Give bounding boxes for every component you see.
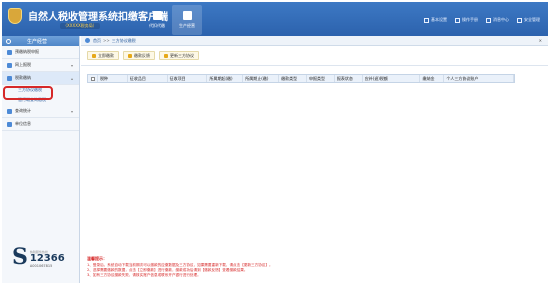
- column-header[interactable]: 税种: [98, 75, 128, 82]
- gear-icon[interactable]: [6, 38, 11, 44]
- breadcrumb-separator: >>: [103, 38, 110, 43]
- sidebar-item-label: 预缴纳税申报: [15, 49, 39, 54]
- home-icon[interactable]: [85, 38, 90, 43]
- select-all-cell: [88, 75, 98, 82]
- sidebar-item-unit-info[interactable]: 单位信息: [2, 118, 79, 131]
- toolbar: 立即缴款 缴款反馈 更新三方协议: [81, 46, 548, 66]
- sidebar-item-label: 税款缴纳: [15, 75, 31, 80]
- sidebar-item-prepay-declaration[interactable]: 预缴纳税申报: [2, 46, 79, 59]
- hotline-logo-icon: S: [12, 244, 28, 270]
- message-center-label: 消息中心: [493, 17, 509, 22]
- breadcrumb-current: 三方协议缴税: [111, 37, 136, 43]
- payment-feedback-button[interactable]: 缴款反馈: [123, 51, 155, 60]
- column-header[interactable]: 应补(退)税额: [363, 75, 421, 82]
- briefcase-icon: [182, 11, 192, 20]
- hotline-number: 12366: [29, 253, 65, 264]
- manual-label: 操作手册: [462, 17, 478, 22]
- sidebar-item-query-stats[interactable]: 查询统计 ▾: [2, 105, 79, 118]
- book-icon: [455, 17, 460, 23]
- sidebar-header-label: 生产经营: [27, 38, 48, 45]
- message-center-link[interactable]: 消息中心: [486, 17, 509, 23]
- tax-emblem-icon: [8, 8, 22, 24]
- breadcrumb-home[interactable]: 首页: [93, 38, 101, 44]
- table-header: 税种 征收品目 征收项目 所属期起(缴) 所属期止(缴) 缴款类型 申报类型 报…: [87, 74, 515, 83]
- select-all-checkbox[interactable]: [91, 76, 95, 81]
- sidebar: 生产经营 预缴纳税申报 网上报税 ▾ 税款缴纳 ▴ 三方协议缴税 银行端查询缴税…: [2, 36, 80, 283]
- sidebar-item-online-tax[interactable]: 网上报税 ▾: [2, 59, 79, 72]
- column-header[interactable]: 所属期起(缴): [207, 75, 244, 82]
- breadcrumb: 首页 >> 三方协议缴税 ✕: [81, 36, 548, 46]
- basic-settings-link[interactable]: 基本设置: [424, 17, 447, 23]
- sidebar-item-tax-payment[interactable]: 税款缴纳 ▴: [2, 72, 79, 85]
- column-header[interactable]: 申报类型: [307, 75, 335, 82]
- pay-icon: [92, 53, 96, 58]
- hotline-block: S 纳税服务热线 12366 A001067815: [12, 246, 65, 268]
- chevron-down-icon: ▾: [70, 109, 73, 114]
- hotline-code: A001067815: [29, 264, 53, 268]
- nav-withholding[interactable]: 代扣代缴: [142, 5, 172, 35]
- sidebar-header: 生产经营: [2, 36, 79, 46]
- refresh-icon: [164, 53, 168, 58]
- app-subtitle: （XXXXX税务局）: [60, 23, 100, 29]
- annotation-circle: [3, 86, 53, 100]
- manual-link[interactable]: 操作手册: [455, 17, 478, 23]
- feedback-icon: [128, 53, 132, 58]
- lock-icon: [517, 17, 522, 23]
- top-right-links: 基本设置 操作手册 消息中心 安全管理: [424, 17, 540, 23]
- close-tab-icon[interactable]: ✕: [539, 38, 542, 43]
- form-icon: [7, 49, 12, 55]
- column-header[interactable]: 报表状态: [335, 75, 363, 82]
- column-header[interactable]: 个人三方协议账户: [444, 75, 514, 82]
- title-bar: 自然人税收管理系统扣缴客户端 （XXXXX税务局） 代扣代缴 生产经营 基本设置…: [2, 2, 548, 36]
- nav-business-label: 生产经营: [179, 23, 195, 28]
- payment-icon: [7, 75, 12, 81]
- column-header[interactable]: 缴款类型: [279, 75, 307, 82]
- pay-now-button[interactable]: 立即缴款: [87, 51, 119, 60]
- sidebar-item-label: 网上报税: [15, 62, 31, 67]
- sidebar-item-label: 单位信息: [15, 121, 31, 126]
- app-window: 自然人税收管理系统扣缴客户端 （XXXXX税务局） 代扣代缴 生产经营 基本设置…: [0, 0, 550, 285]
- pay-now-label: 立即缴款: [98, 52, 114, 58]
- top-nav: 代扣代缴 生产经营: [142, 5, 202, 35]
- basic-settings-label: 基本设置: [431, 17, 447, 22]
- building-icon: [152, 11, 162, 20]
- nav-withholding-label: 代扣代缴: [149, 23, 165, 28]
- chart-icon: [7, 108, 12, 114]
- payment-feedback-label: 缴款反馈: [134, 52, 150, 58]
- info-icon: [7, 121, 12, 127]
- tips-heading: 温馨提示：: [87, 256, 107, 261]
- message-icon: [486, 17, 491, 23]
- chevron-up-icon: ▴: [70, 76, 73, 81]
- upload-icon: [7, 62, 12, 68]
- column-header[interactable]: 征收品目: [128, 75, 168, 82]
- update-agreement-button[interactable]: 更新三方协议: [159, 51, 199, 60]
- column-header[interactable]: 征收项目: [168, 75, 208, 82]
- column-header[interactable]: 所属期止(缴): [243, 75, 280, 82]
- settings-icon: [424, 17, 429, 23]
- update-agreement-label: 更新三方协议: [170, 52, 194, 58]
- tips-section: 温馨提示： 1、登录后，系统自动下载当前期次可以缴款的应缴数据及三方协议，如果需…: [87, 256, 527, 278]
- tip-line: 3、如有三方协议缴款失败，请核实账户信息或联系开户银行进行处理。: [87, 273, 201, 277]
- column-header[interactable]: 缴纳金: [420, 75, 445, 82]
- sidebar-item-label: 查询统计: [15, 108, 31, 113]
- security-label: 安全管理: [524, 17, 540, 22]
- payment-table: 税种 征收品目 征收项目 所属期起(缴) 所属期止(缴) 缴款类型 申报类型 报…: [87, 74, 515, 83]
- nav-business[interactable]: 生产经营: [172, 5, 202, 35]
- chevron-down-icon: ▾: [70, 63, 73, 68]
- main-panel: 首页 >> 三方协议缴税 ✕ 立即缴款 缴款反馈 更新三方协议 税种 征收品目 …: [81, 36, 548, 283]
- security-link[interactable]: 安全管理: [517, 17, 540, 23]
